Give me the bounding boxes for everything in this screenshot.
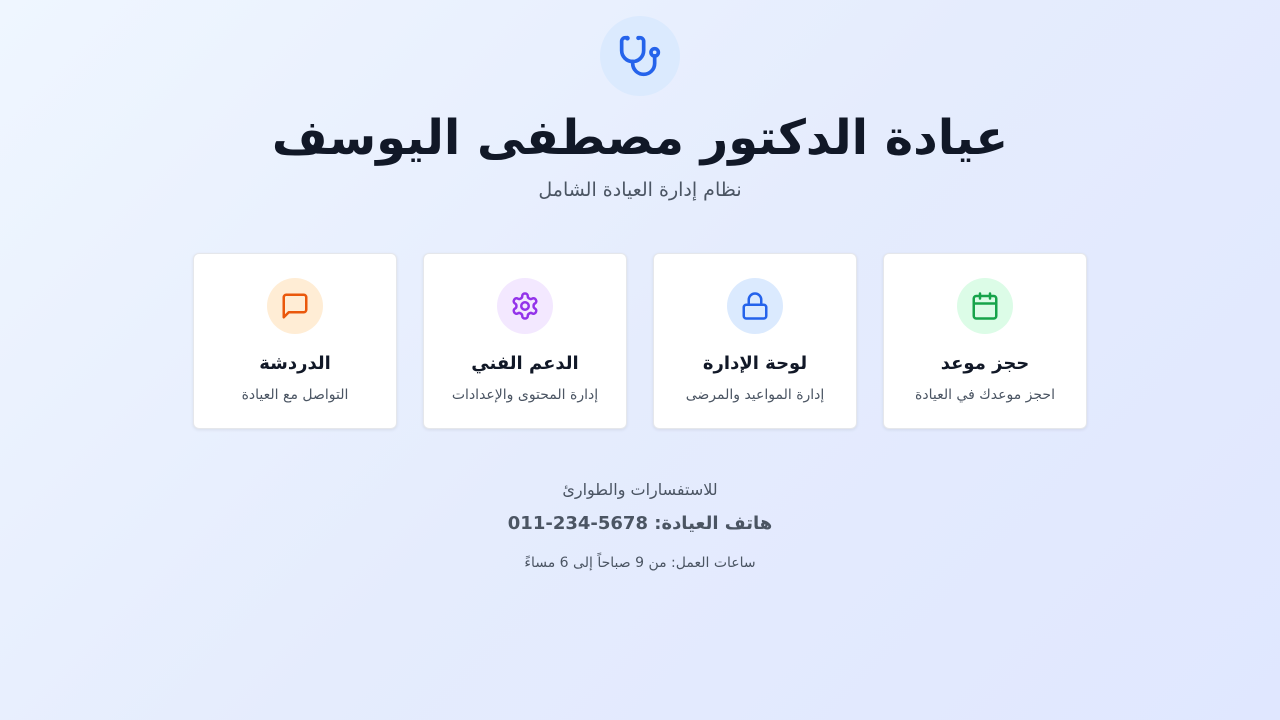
card-title: لوحة الإدارة [702, 353, 808, 374]
page-subtitle: نظام إدارة العيادة الشامل [538, 179, 742, 201]
lock-icon [742, 292, 768, 320]
card-admin-dashboard[interactable]: لوحة الإدارة إدارة المواعيد والمرضى [653, 253, 857, 429]
phone-label: هاتف العيادة: [654, 513, 773, 534]
card-description: احجز موعدك في العيادة [915, 387, 1055, 403]
card-title: الدردشة [259, 353, 331, 374]
card-icon-circle [497, 278, 553, 334]
card-book-appointment[interactable]: حجز موعد احجز موعدك في العيادة [883, 253, 1087, 429]
card-icon-circle [957, 278, 1013, 334]
card-chat[interactable]: الدردشة التواصل مع العيادة [193, 253, 397, 429]
card-description: إدارة المواعيد والمرضى [685, 387, 825, 403]
inquiries-label: للاستفسارات والطوارئ [562, 480, 718, 499]
feature-cards: حجز موعد احجز موعدك في العيادة لوحة الإد… [193, 253, 1087, 429]
gear-icon [512, 292, 538, 320]
card-technical-support[interactable]: الدعم الفني إدارة المحتوى والإعدادات [423, 253, 627, 429]
working-hours: ساعات العمل: من 9 صباحاً إلى 6 مساءً [524, 555, 756, 571]
calendar-icon [972, 292, 998, 320]
card-description: إدارة المحتوى والإعدادات [451, 387, 599, 403]
phone-number[interactable]: 011-234-5678 [508, 513, 648, 534]
page-title: عيادة الدكتور مصطفى اليوسف [271, 110, 1009, 166]
hero-icon-circle [600, 16, 680, 96]
clinic-phone: هاتف العيادة: 011-234-5678 [0, 511, 1280, 537]
card-title: الدعم الفني [471, 353, 579, 374]
card-title: حجز موعد [940, 353, 1030, 374]
card-icon-circle [267, 278, 323, 334]
card-description: التواصل مع العيادة [241, 387, 349, 403]
chat-icon [282, 293, 308, 319]
card-icon-circle [727, 278, 783, 334]
stethoscope-icon [619, 35, 661, 77]
